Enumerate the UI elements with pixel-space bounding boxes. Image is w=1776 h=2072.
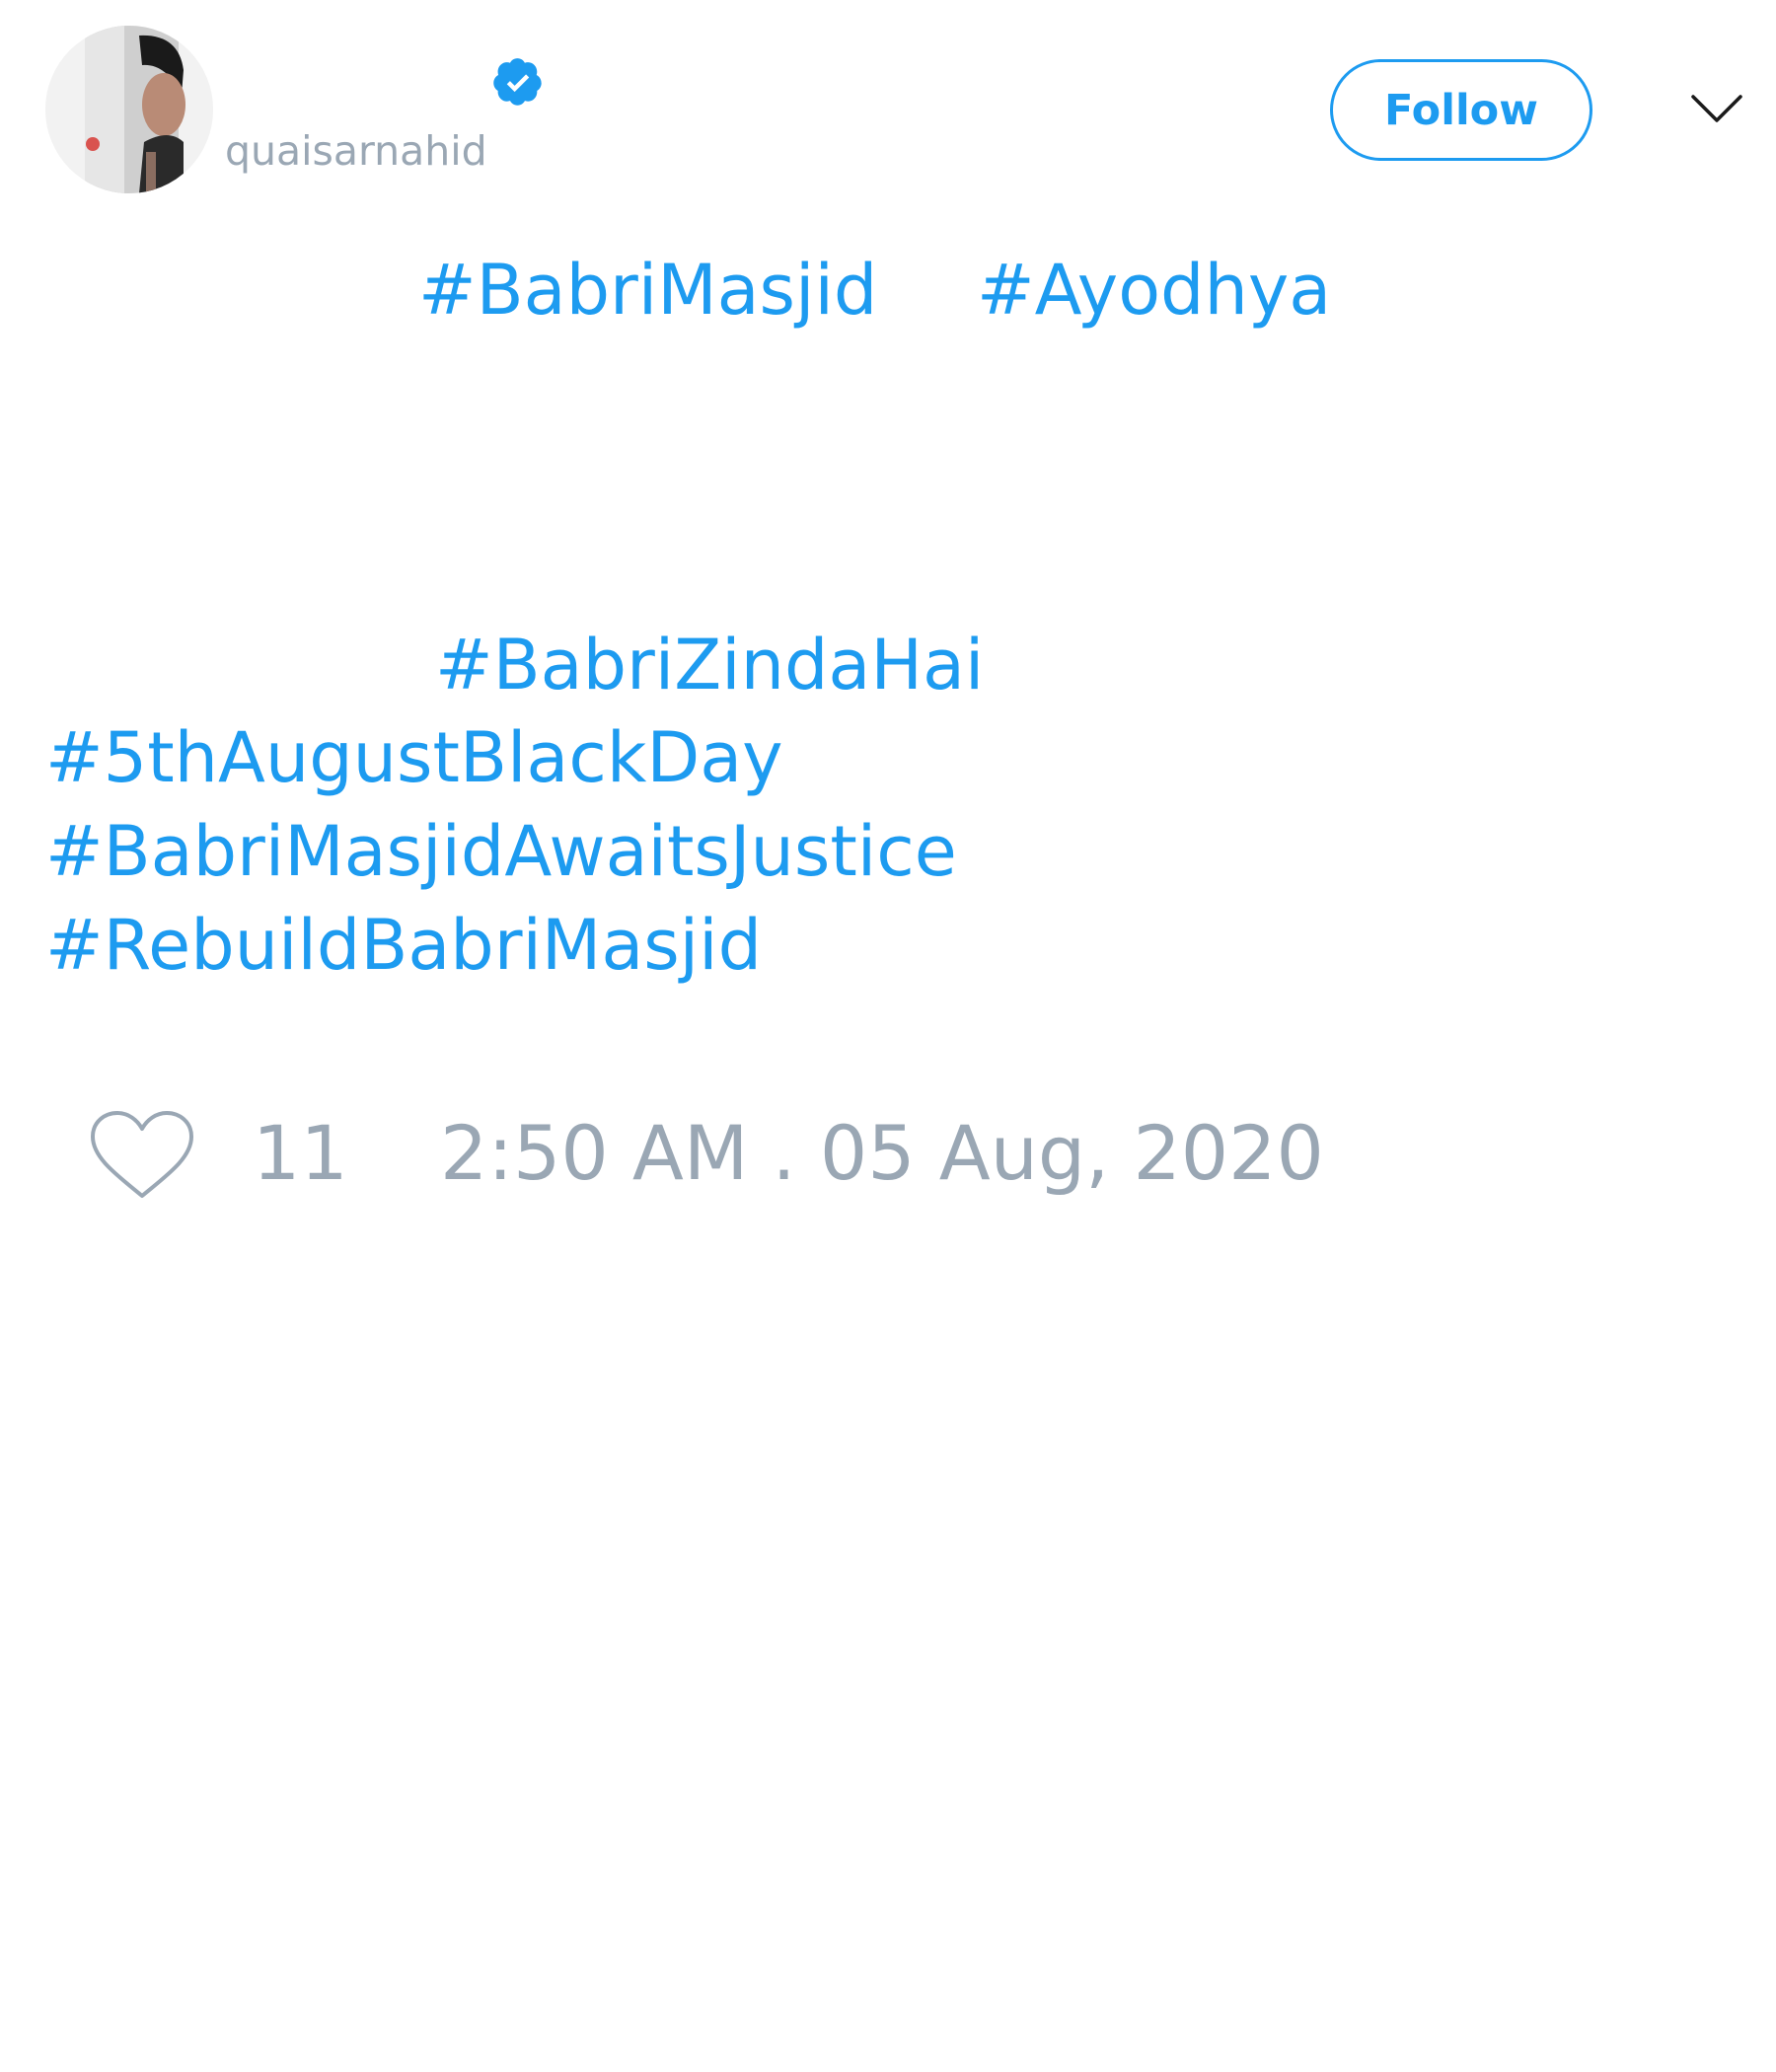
like-count: 11 xyxy=(253,1109,348,1197)
avatar[interactable] xyxy=(45,26,213,193)
heart-icon[interactable] xyxy=(89,1109,195,1202)
tweet-timestamp[interactable]: 2:50 AM . 05 Aug, 2020 xyxy=(440,1109,1324,1198)
hashtag-link[interactable]: #Ayodhya xyxy=(977,249,1331,332)
chevron-down-icon[interactable] xyxy=(1689,91,1744,126)
avatar-photo xyxy=(45,26,213,193)
follow-button[interactable]: Follow xyxy=(1330,59,1592,161)
verified-badge-icon xyxy=(491,55,545,109)
hashtag-link[interactable]: #BabriZindaHai xyxy=(435,624,984,706)
hashtag-link[interactable]: #5thAugustBlackDay xyxy=(45,716,783,799)
author-handle[interactable]: quaisarnahid xyxy=(225,126,487,176)
hashtag-link[interactable]: #RebuildBabriMasjid xyxy=(45,904,762,987)
hashtag-link[interactable]: #BabriMasjidAwaitsJustice xyxy=(45,810,957,893)
hashtag-link[interactable]: #BabriMasjid xyxy=(418,249,877,332)
